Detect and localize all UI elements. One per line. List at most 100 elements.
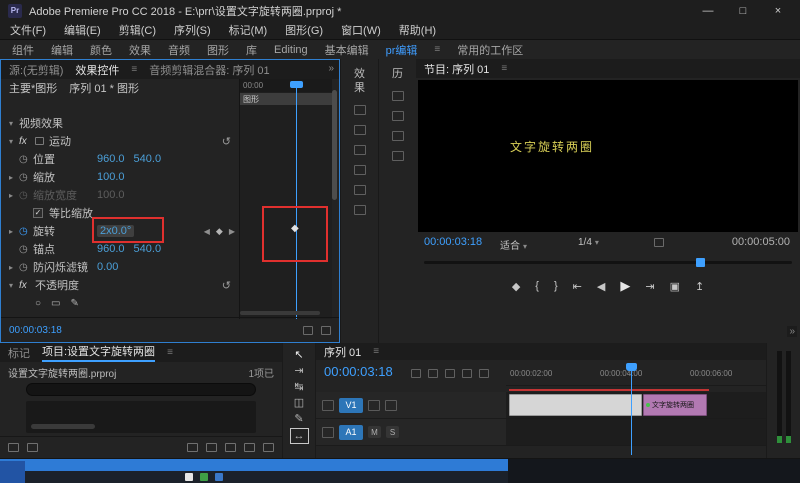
mark-out-icon[interactable]: } bbox=[554, 280, 558, 292]
lane-playhead-handle[interactable] bbox=[290, 81, 303, 88]
tab-effect-controls[interactable]: 效果控件 bbox=[75, 62, 119, 78]
previous-keyframe-icon[interactable]: ◀ bbox=[204, 227, 210, 236]
step-back-icon[interactable]: ◀ bbox=[597, 280, 605, 293]
hand-tool[interactable]: ↔ bbox=[290, 428, 309, 444]
motion-effect-row[interactable]: ▾ fx 运动 ↺ bbox=[1, 132, 239, 150]
reset-icon[interactable]: ↺ bbox=[222, 135, 231, 148]
workspace-editing-cn[interactable]: 编辑 bbox=[51, 42, 73, 58]
linked-selection-icon[interactable] bbox=[445, 369, 455, 378]
icon-view-icon[interactable] bbox=[27, 443, 38, 452]
anchor-x-value[interactable]: 960.0 bbox=[97, 243, 125, 255]
taskbar-app-icon[interactable] bbox=[185, 473, 193, 481]
rect-mask-icon[interactable]: ▭ bbox=[51, 298, 60, 309]
master-clip-label[interactable]: 主要*图形 bbox=[9, 80, 57, 96]
history-dock[interactable]: 历 bbox=[378, 59, 416, 343]
audio-clip-area[interactable] bbox=[506, 419, 766, 445]
taskbar-app-icon[interactable] bbox=[200, 473, 208, 481]
workspace-assembly[interactable]: 组件 bbox=[12, 42, 34, 58]
reset-icon[interactable]: ↺ bbox=[222, 279, 231, 292]
lift-icon[interactable]: ↥ bbox=[695, 280, 704, 293]
add-keyframe-icon[interactable]: ◆ bbox=[216, 226, 223, 237]
lane-playhead-line[interactable] bbox=[296, 87, 297, 319]
menu-clip[interactable]: 剪辑(C) bbox=[119, 22, 156, 38]
panel-menu-icon[interactable]: ≡ bbox=[167, 347, 173, 358]
track-output-eye-icon[interactable] bbox=[385, 400, 397, 411]
pen-mask-icon[interactable]: ✎ bbox=[71, 298, 79, 309]
video-effects-section[interactable]: ▾ 视频效果 bbox=[1, 114, 239, 132]
taskbar-app-icon[interactable] bbox=[215, 473, 223, 481]
video-clip[interactable] bbox=[509, 394, 642, 416]
stopwatch-icon[interactable]: ◷ bbox=[19, 154, 33, 165]
ellipse-mask-icon[interactable]: ○ bbox=[35, 298, 41, 309]
list-scrollbar[interactable] bbox=[31, 424, 95, 429]
menu-help[interactable]: 帮助(H) bbox=[399, 22, 436, 38]
timeline-display-settings-icon[interactable] bbox=[479, 369, 489, 378]
panel-menu-icon[interactable]: ≡ bbox=[501, 63, 507, 74]
expand-icon[interactable]: ▸ bbox=[9, 191, 19, 200]
uniform-scale-checkbox[interactable]: ✓ bbox=[33, 208, 43, 218]
workspace-effects[interactable]: 效果 bbox=[129, 42, 151, 58]
effects-bin-icon[interactable] bbox=[354, 205, 366, 215]
new-bin-icon[interactable] bbox=[225, 443, 236, 452]
mute-button[interactable]: M bbox=[368, 426, 381, 438]
menu-sequence[interactable]: 序列(S) bbox=[174, 22, 211, 38]
find-icon[interactable] bbox=[206, 443, 217, 452]
razor-tool[interactable]: ◫ bbox=[294, 396, 304, 410]
play-icon[interactable]: ▶ bbox=[620, 278, 630, 294]
workspace-common[interactable]: 常用的工作区 bbox=[457, 42, 523, 58]
expand-icon[interactable]: ▸ bbox=[9, 263, 19, 272]
program-scrubber[interactable] bbox=[424, 258, 792, 267]
audio-track-badge[interactable]: A1 bbox=[339, 425, 363, 440]
workspace-audio[interactable]: 音频 bbox=[168, 42, 190, 58]
program-timecode[interactable]: 00:00:03:18 bbox=[424, 236, 482, 248]
scrubber-playhead[interactable] bbox=[696, 258, 705, 267]
settings-wrench-icon[interactable] bbox=[654, 238, 664, 247]
menu-window[interactable]: 窗口(W) bbox=[341, 22, 381, 38]
menu-graphics[interactable]: 图形(G) bbox=[285, 22, 323, 38]
snap-icon[interactable] bbox=[428, 369, 438, 378]
stopwatch-icon[interactable]: ◷ bbox=[19, 172, 33, 183]
export-frame-icon[interactable]: ▣ bbox=[670, 280, 680, 293]
antiflicker-value[interactable]: 0.00 bbox=[97, 261, 118, 273]
workspace-pr-editing[interactable]: pr编辑 bbox=[386, 42, 418, 58]
position-x-value[interactable]: 960.0 bbox=[97, 153, 125, 165]
keyframe-lane[interactable]: 00:00 图形 ◆ bbox=[239, 79, 332, 319]
timeline-timecode[interactable]: 00:00:03:18 bbox=[324, 364, 393, 379]
search-input[interactable] bbox=[26, 383, 256, 396]
lane-clip-bar[interactable]: 图形 bbox=[240, 93, 332, 105]
selection-tool[interactable]: ↖ bbox=[294, 348, 303, 362]
panel-menu-icon[interactable]: ≡ bbox=[373, 346, 379, 357]
tab-audio-clip-mixer[interactable]: 音频剪辑混合器: 序列 01 bbox=[149, 62, 269, 78]
effects-dock[interactable]: 效 果 bbox=[340, 59, 378, 343]
history-item-icon[interactable] bbox=[392, 131, 404, 141]
tab-overflow-icon[interactable]: » bbox=[326, 63, 336, 74]
workspace-graphics[interactable]: 图形 bbox=[207, 42, 229, 58]
add-marker-icon[interactable]: ◆ bbox=[512, 280, 520, 293]
tab-sequence-01[interactable]: 序列 01 bbox=[324, 344, 361, 360]
toggle-audio-icon[interactable] bbox=[303, 326, 313, 335]
toggle-effects-icon[interactable] bbox=[321, 326, 331, 335]
effects-bin-icon[interactable] bbox=[354, 125, 366, 135]
step-forward-icon[interactable]: ⇥ bbox=[645, 280, 654, 293]
mark-in-icon[interactable]: { bbox=[535, 280, 539, 292]
workspace-basic-editing[interactable]: 基本编辑 bbox=[325, 42, 369, 58]
close-button[interactable]: × bbox=[764, 5, 792, 17]
tab-project[interactable]: 项目:设置文字旋转两圈 bbox=[42, 343, 155, 362]
vertical-scrollbar[interactable] bbox=[332, 90, 337, 200]
go-to-in-icon[interactable]: ⇤ bbox=[573, 280, 582, 293]
sync-lock-icon[interactable] bbox=[368, 400, 380, 411]
program-preview[interactable]: 文字旋转两圈 bbox=[418, 80, 798, 232]
menu-edit[interactable]: 编辑(E) bbox=[64, 22, 101, 38]
track-lock-icon[interactable] bbox=[322, 400, 334, 411]
expand-icon[interactable]: ▸ bbox=[9, 173, 19, 182]
effects-bin-icon[interactable] bbox=[354, 185, 366, 195]
project-item-list[interactable] bbox=[26, 401, 256, 433]
horizontal-scrollbar[interactable] bbox=[240, 311, 320, 315]
effects-bin-icon[interactable] bbox=[354, 165, 366, 175]
solo-button[interactable]: S bbox=[386, 426, 399, 438]
new-item-icon[interactable] bbox=[244, 443, 255, 452]
workspace-editing[interactable]: Editing bbox=[274, 44, 308, 56]
graphics-clip[interactable]: 文字旋转两圈 bbox=[643, 394, 707, 416]
history-item-icon[interactable] bbox=[392, 91, 404, 101]
anchor-y-value[interactable]: 540.0 bbox=[134, 243, 162, 255]
